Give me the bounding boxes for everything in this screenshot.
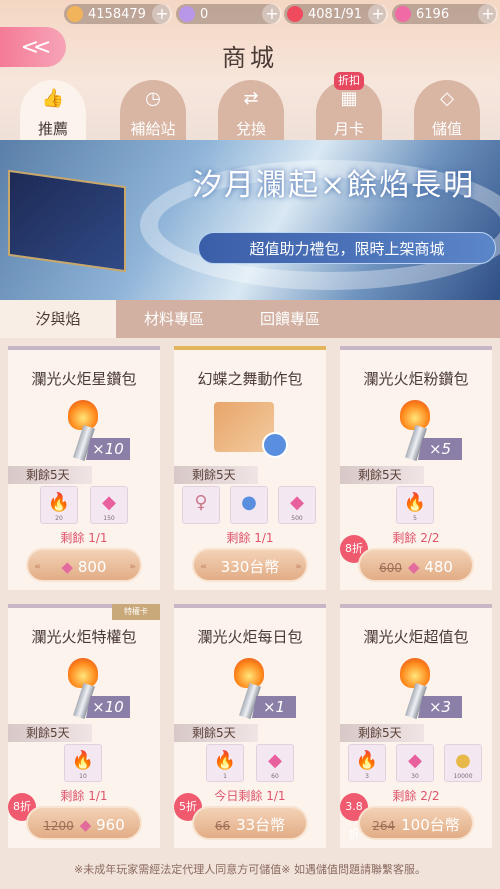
pink-gem-icon	[395, 6, 411, 22]
banner-title: 汐月瀾起×餘焰長明	[192, 168, 476, 203]
heart-icon	[287, 6, 303, 22]
gem-item-icon[interactable]: ◆ 500	[278, 486, 316, 524]
calendar-icon: ▦	[340, 88, 358, 109]
gem-item-icon[interactable]: ◆ 60	[256, 744, 294, 782]
product-name: 瀾光火炬特權包	[31, 628, 137, 646]
gem-item-icon[interactable]: ◆ 150	[90, 486, 128, 524]
torch-item-icon[interactable]: 🔥 1	[206, 744, 244, 782]
reward-items: ♀ ● ◆ 500	[174, 486, 326, 526]
subtab-materials[interactable]: 材料專區	[116, 300, 232, 338]
currency-heart: 4081/91 +	[284, 4, 388, 24]
subtab-rewards[interactable]: 回饋專區	[232, 300, 348, 338]
dance-item-icon[interactable]: ●	[230, 486, 268, 524]
days-remaining: 剩餘5天	[8, 724, 92, 742]
gem-item-icon[interactable]: ◆ 30	[396, 744, 434, 782]
days-remaining: 剩餘5天	[340, 466, 424, 484]
footer-notice: ※未成年玩家需經法定代理人同意方可儲值※ 如遇儲值問題請聯繫客服。	[74, 863, 426, 876]
quantity-label: ×3	[418, 696, 462, 718]
sub-tabs: 汐與焰 材料專區 回饋專區	[0, 300, 500, 606]
gift-box-image	[8, 169, 126, 273]
pink-gem-icon: ◆	[407, 558, 425, 576]
torch-item-icon[interactable]: 🔥 20	[40, 486, 78, 524]
privilege-ribbon: 特權卡	[112, 604, 160, 620]
reward-items: 🔥 1 ◆ 60	[174, 744, 326, 784]
add-heart-button[interactable]: +	[368, 4, 388, 24]
product-card[interactable]: 瀾光火炬星鑽包 ×10 剩餘5天 🔥 20 ◆ 150 剩餘 1/1 ‹‹‹ ◆ 80…	[8, 346, 160, 590]
product-card[interactable]: 幻蝶之舞動作包 剩餘5天 ♀ ● ◆ 500 剩餘 1/1 ‹‹‹ 330台幣 ›››	[174, 346, 326, 590]
subtab-tide-flame[interactable]: 汐與焰	[0, 300, 116, 338]
torch-icon: ×10	[44, 652, 130, 722]
discount-badge: 折扣	[334, 72, 364, 90]
reward-items: 🔥 20 ◆ 150	[8, 486, 160, 526]
banner-subtitle: 超值助力禮包，限時上架商城	[198, 232, 496, 264]
exchange-icon: ⇄	[243, 88, 259, 109]
torch-icon: ×1	[210, 652, 296, 722]
torch-item-icon[interactable]: 🔥 3	[348, 744, 386, 782]
product-name: 幻蝶之舞動作包	[197, 370, 303, 388]
product-name: 瀾光火炬超值包	[363, 628, 469, 646]
gold-item-icon[interactable]: ● 10000	[444, 744, 482, 782]
quantity-label: ×10	[86, 696, 130, 718]
tab-recommend[interactable]: 👍 推薦	[20, 80, 86, 140]
buy-button[interactable]: ‹‹‹ ◆ 800 ›››	[26, 548, 142, 582]
main-tabs: 👍 推薦 ◷ 補給站 ⇄ 兌換 ▦ 月卡 ◇ 儲值	[0, 76, 500, 166]
quantity-label: ×10	[86, 438, 130, 460]
days-remaining: 剩餘5天	[340, 724, 424, 742]
quantity-label: ×5	[418, 438, 462, 460]
reward-items: 🔥 5	[340, 486, 492, 526]
currency-diamond: 0 +	[176, 4, 282, 24]
reward-items: 🔥 3 ◆ 30 ● 10000	[340, 744, 492, 784]
clock-icon: ◷	[145, 88, 161, 109]
currency-pink-gem: 6196 +	[392, 4, 498, 24]
product-name: 瀾光火炬每日包	[197, 628, 303, 646]
product-grid: 瀾光火炬星鑽包 ×10 剩餘5天 🔥 20 ◆ 150 剩餘 1/1 ‹‹‹ ◆ 80…	[0, 338, 500, 858]
product-card[interactable]: 瀾光火炬超值包 ×3 剩餘5天 🔥 3 ◆ 30 ● 10000 剩餘 2/2 3.8…	[340, 604, 492, 848]
buy-button[interactable]: ‹‹‹ 330台幣 ›››	[192, 548, 308, 582]
add-pink-gem-button[interactable]: +	[478, 4, 498, 24]
buy-button[interactable]: 264 100台幣	[358, 806, 474, 840]
torch-item-icon[interactable]: 🔥 5	[396, 486, 434, 524]
add-coin-button[interactable]: +	[152, 4, 172, 24]
currency-cat-coin: 4158479 +	[64, 4, 172, 24]
gift-bag-icon	[210, 394, 290, 464]
pink-gem-icon: ◆	[79, 816, 97, 834]
thumbs-up-icon: 👍	[41, 88, 65, 109]
torch-icon: ×3	[376, 652, 462, 722]
purchase-limit: 剩餘 1/1	[226, 531, 274, 545]
days-remaining: 剩餘5天	[174, 724, 258, 742]
buy-button[interactable]: 66 33台幣	[192, 806, 308, 840]
diamond-icon: ◇	[440, 88, 454, 109]
product-card[interactable]: 瀾光火炬每日包 ×1 剩餘5天 🔥 1 ◆ 60 今日剩餘 1/1 5折 66 33台…	[174, 604, 326, 848]
tab-supply[interactable]: ◷ 補給站	[120, 80, 186, 140]
character-item-icon[interactable]: ♀	[182, 486, 220, 524]
product-card[interactable]: 特權卡 瀾光火炬特權包 ×10 剩餘5天 🔥 10 剩餘 1/1 8折 1200 ◆…	[8, 604, 160, 848]
torch-icon: ×5	[376, 394, 462, 464]
currency-bar: 4158479 + 0 + 4081/91 + 6196 +	[0, 0, 500, 28]
buy-button[interactable]: 600 ◆ 480	[358, 548, 474, 582]
cat-coin-icon	[67, 6, 83, 22]
add-diamond-button[interactable]: +	[262, 4, 282, 24]
reward-items: 🔥 10	[8, 744, 160, 784]
torch-icon: ×10	[44, 394, 130, 464]
diamond-icon	[179, 6, 195, 22]
product-name: 瀾光火炬粉鑽包	[363, 370, 469, 388]
tab-exchange[interactable]: ⇄ 兌換	[218, 80, 284, 140]
pink-gem-icon: ◆	[61, 558, 78, 576]
torch-item-icon[interactable]: 🔥 10	[64, 744, 102, 782]
page-title: 商城	[222, 44, 278, 72]
promo-banner[interactable]: 汐月瀾起×餘焰長明 超值助力禮包，限時上架商城	[0, 140, 500, 300]
product-name: 瀾光火炬星鑽包	[31, 370, 137, 388]
days-remaining: 剩餘5天	[8, 466, 92, 484]
purchase-limit: 剩餘 1/1	[60, 531, 108, 545]
tab-recharge[interactable]: ◇ 儲值	[414, 80, 480, 140]
buy-button[interactable]: 1200 ◆ 960	[26, 806, 142, 840]
product-card[interactable]: 瀾光火炬粉鑽包 ×5 剩餘5天 🔥 5 剩餘 2/2 8折 600 ◆ 480	[340, 346, 492, 590]
quantity-label: ×1	[252, 696, 296, 718]
days-remaining: 剩餘5天	[174, 466, 258, 484]
